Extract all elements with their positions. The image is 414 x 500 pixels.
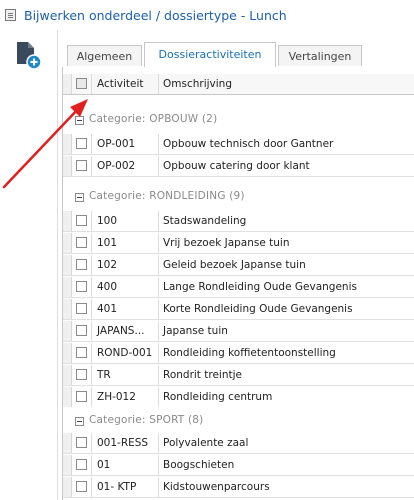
row-checkbox[interactable]	[76, 325, 87, 336]
window-titlebar: Bijwerken onderdeel / dossiertype - Lunc…	[0, 0, 414, 30]
activity-description-cell: Rondleiding koffietentoonstelling	[163, 347, 336, 359]
window-title: Bijwerken onderdeel / dossiertype - Lunc…	[24, 8, 287, 23]
activities-grid: Activiteit Omschrijving Categorie: OPBOU…	[62, 67, 414, 500]
row-checkbox[interactable]	[76, 259, 87, 270]
table-row[interactable]: 401 Korte Rondleiding Oude Gevangenis	[63, 299, 414, 320]
add-document-icon[interactable]	[13, 40, 43, 70]
activity-code-cell: 400	[93, 277, 159, 297]
category-label: Categorie: SPORT (8)	[89, 414, 204, 426]
row-checkbox-cell	[71, 433, 92, 453]
row-checkbox[interactable]	[76, 437, 87, 448]
activity-description-cell: Lange Rondleiding Oude Gevangenis	[163, 281, 357, 293]
activity-description-cell: Polyvalente zaal	[163, 437, 249, 449]
activity-code-cell: ROND-001	[93, 343, 159, 363]
category-group-row: Categorie: RONDLEIDING (9)	[63, 183, 414, 209]
row-checkbox[interactable]	[76, 347, 87, 358]
row-checkbox-cell	[71, 156, 92, 176]
category-group-row: Categorie: OPBOUW (2)	[63, 106, 414, 132]
activity-description-cell: Korte Rondleiding Oude Gevangenis	[163, 303, 353, 315]
row-checkbox[interactable]	[76, 391, 87, 402]
activity-description-cell: Japanse tuin	[163, 325, 228, 337]
row-checkbox[interactable]	[76, 160, 87, 171]
row-checkbox-cell	[71, 233, 92, 253]
activity-code-cell: 01- KTP	[93, 477, 159, 497]
grid-header-row: Activiteit Omschrijving	[63, 74, 414, 95]
table-row[interactable]: 01- KTP Kidstouwenparcours	[63, 477, 414, 498]
table-row[interactable]: 101 Vrij bezoek Japanse tuin	[63, 233, 414, 254]
activity-description-cell: Kidstouwenparcours	[163, 481, 270, 493]
row-checkbox-cell	[71, 343, 92, 363]
table-row[interactable]: 400 Lange Rondleiding Oude Gevangenis	[63, 277, 414, 298]
activity-code-cell: 101	[93, 233, 159, 253]
activity-description-cell: Rondleiding centrum	[163, 391, 273, 403]
table-row[interactable]: 102 Geleid bezoek Japanse tuin	[63, 255, 414, 276]
row-checkbox[interactable]	[76, 481, 87, 492]
row-checkbox-cell	[71, 455, 92, 475]
activity-code-cell: TR	[93, 365, 159, 385]
row-checkbox[interactable]	[76, 138, 87, 149]
activity-code-cell: OP-002	[93, 156, 159, 176]
row-checkbox-cell	[71, 255, 92, 275]
row-checkbox-cell	[71, 299, 92, 319]
collapse-toggle-icon[interactable]	[75, 193, 84, 202]
tab-vertalingen[interactable]: Vertalingen	[278, 45, 362, 66]
activity-description-cell: Stadswandeling	[163, 215, 247, 227]
form-icon	[5, 9, 16, 21]
row-checkbox[interactable]	[76, 237, 87, 248]
row-checkbox-cell	[71, 365, 92, 385]
activity-code-cell: 100	[93, 211, 159, 231]
activity-description-cell: Rondrit treintje	[163, 369, 242, 381]
column-header-activity[interactable]: Activiteit	[93, 74, 159, 94]
activity-description-cell: Vrij bezoek Japanse tuin	[163, 237, 290, 249]
row-checkbox[interactable]	[76, 281, 87, 292]
activity-code-cell: ZH-012	[93, 387, 159, 407]
table-row[interactable]: OP-002 Opbouw catering door klant	[63, 156, 414, 177]
row-checkbox[interactable]	[76, 369, 87, 380]
activity-description-cell: Boogschieten	[163, 459, 235, 471]
row-checkbox[interactable]	[76, 303, 87, 314]
row-checkbox[interactable]	[76, 215, 87, 226]
tab-algemeen[interactable]: Algemeen	[67, 45, 142, 66]
table-row[interactable]: JAPANS... Japanse tuin	[63, 321, 414, 342]
category-label: Categorie: RONDLEIDING (9)	[89, 190, 245, 202]
collapse-toggle-icon[interactable]	[75, 417, 84, 426]
activity-code-cell: 01	[93, 455, 159, 475]
activity-description-cell: Opbouw catering door klant	[163, 160, 310, 172]
table-row[interactable]: 001-RESS Polyvalente zaal	[63, 433, 414, 454]
table-row[interactable]: ZH-012 Rondleiding centrum	[63, 387, 414, 408]
activity-code-cell: JAPANS...	[93, 321, 159, 341]
row-checkbox-cell	[71, 477, 92, 497]
table-row[interactable]: ROND-001 Rondleiding koffietentoonstellin…	[63, 343, 414, 364]
tab-bar: Algemeen Dossieractiviteiten Vertalingen	[62, 42, 414, 68]
row-checkbox-cell	[71, 387, 92, 407]
category-group-row: Categorie: SPORT (8)	[63, 407, 414, 433]
table-row[interactable]: 01 Boogschieten	[63, 455, 414, 476]
table-row[interactable]: 100 Stadswandeling	[63, 211, 414, 232]
collapse-toggle-icon[interactable]	[75, 116, 84, 125]
activity-code-cell: 001-RESS	[93, 433, 159, 453]
select-all-checkbox[interactable]	[76, 78, 87, 89]
select-all-cell	[71, 74, 92, 94]
row-checkbox-cell	[71, 211, 92, 231]
row-checkbox-cell	[71, 277, 92, 297]
side-toolbar	[0, 30, 58, 500]
row-checkbox-cell	[71, 134, 92, 154]
activity-description-cell: Opbouw technisch door Gantner	[163, 138, 334, 150]
tab-dossieractiviteiten[interactable]: Dossieractiviteiten	[144, 42, 276, 68]
activity-code-cell: OP-001	[93, 134, 159, 154]
table-row[interactable]: TR Rondrit treintje	[63, 365, 414, 386]
activity-description-cell: Geleid bezoek Japanse tuin	[163, 259, 306, 271]
column-header-description[interactable]: Omschrijving	[159, 74, 414, 94]
table-row[interactable]: OP-001 Opbouw technisch door Gantner	[63, 134, 414, 155]
row-checkbox[interactable]	[76, 459, 87, 470]
category-label: Categorie: OPBOUW (2)	[89, 113, 218, 125]
activity-code-cell: 102	[93, 255, 159, 275]
activity-code-cell: 401	[93, 299, 159, 319]
row-checkbox-cell	[71, 321, 92, 341]
